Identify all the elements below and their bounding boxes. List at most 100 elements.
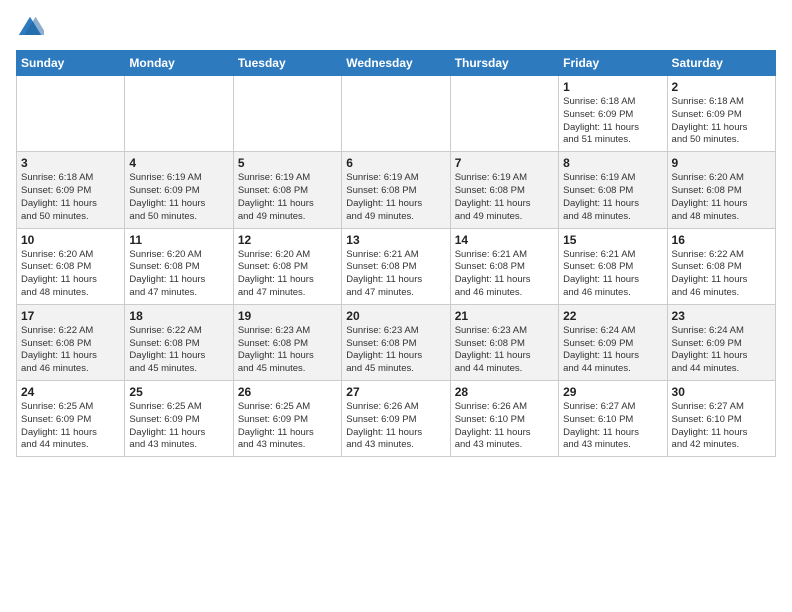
- header: [16, 10, 776, 42]
- day-number: 21: [455, 309, 554, 323]
- day-info: Sunrise: 6:22 AMSunset: 6:08 PMDaylight:…: [129, 325, 228, 376]
- calendar-cell: 10 Sunrise: 6:20 AMSunset: 6:08 PMDayligh…: [17, 228, 125, 304]
- weekday-header-saturday: Saturday: [667, 51, 775, 76]
- calendar-cell: 4 Sunrise: 6:19 AMSunset: 6:09 PMDaylight…: [125, 152, 233, 228]
- day-number: 6: [346, 156, 445, 170]
- day-info: Sunrise: 6:18 AMSunset: 6:09 PMDaylight:…: [672, 96, 771, 147]
- day-number: 17: [21, 309, 120, 323]
- calendar-cell: 26 Sunrise: 6:25 AMSunset: 6:09 PMDayligh…: [233, 381, 341, 457]
- calendar-cell: 7Sunrise: 6:19 AMSunset: 6:08 PMDaylight…: [450, 152, 558, 228]
- calendar-cell: 14 Sunrise: 6:21 AMSunset: 6:08 PMDayligh…: [450, 228, 558, 304]
- calendar-cell: 23 Sunrise: 6:24 AMSunset: 6:09 PMDayligh…: [667, 304, 775, 380]
- day-info: Sunrise: 6:20 AMSunset: 6:08 PMDaylight:…: [21, 249, 120, 300]
- day-info: Sunrise: 6:21 AMSunset: 6:08 PMDaylight:…: [346, 249, 445, 300]
- logo: [16, 14, 48, 42]
- day-number: 29: [563, 385, 662, 399]
- day-number: 1: [563, 80, 662, 94]
- calendar-cell: [17, 76, 125, 152]
- calendar-cell: 17 Sunrise: 6:22 AMSunset: 6:08 PMDayligh…: [17, 304, 125, 380]
- day-info: Sunrise: 6:20 AMSunset: 6:08 PMDaylight:…: [672, 172, 771, 223]
- day-number: 10: [21, 233, 120, 247]
- day-number: 9: [672, 156, 771, 170]
- calendar-cell: 13 Sunrise: 6:21 AMSunset: 6:08 PMDayligh…: [342, 228, 450, 304]
- day-info: Sunrise: 6:19 AMSunset: 6:08 PMDaylight:…: [238, 172, 337, 223]
- day-number: 25: [129, 385, 228, 399]
- day-info: Sunrise: 6:23 AMSunset: 6:08 PMDaylight:…: [455, 325, 554, 376]
- day-info: Sunrise: 6:25 AMSunset: 6:09 PMDaylight:…: [238, 401, 337, 452]
- calendar-cell: 22Sunrise: 6:24 AMSunset: 6:09 PMDayligh…: [559, 304, 667, 380]
- calendar-cell: 30 Sunrise: 6:27 AMSunset: 6:10 PMDayligh…: [667, 381, 775, 457]
- calendar-cell: 18 Sunrise: 6:22 AMSunset: 6:08 PMDayligh…: [125, 304, 233, 380]
- day-info: Sunrise: 6:24 AMSunset: 6:09 PMDaylight:…: [563, 325, 662, 376]
- weekday-header-sunday: Sunday: [17, 51, 125, 76]
- calendar-cell: [450, 76, 558, 152]
- page: SundayMondayTuesdayWednesdayThursdayFrid…: [0, 0, 792, 473]
- day-info: Sunrise: 6:20 AMSunset: 6:08 PMDaylight:…: [129, 249, 228, 300]
- day-info: Sunrise: 6:18 AMSunset: 6:09 PMDaylight:…: [563, 96, 662, 147]
- day-info: Sunrise: 6:27 AMSunset: 6:10 PMDaylight:…: [563, 401, 662, 452]
- day-number: 20: [346, 309, 445, 323]
- day-number: 26: [238, 385, 337, 399]
- day-info: Sunrise: 6:22 AMSunset: 6:08 PMDaylight:…: [21, 325, 120, 376]
- calendar-header-row: SundayMondayTuesdayWednesdayThursdayFrid…: [17, 51, 776, 76]
- day-number: 11: [129, 233, 228, 247]
- day-info: Sunrise: 6:25 AMSunset: 6:09 PMDaylight:…: [21, 401, 120, 452]
- day-number: 4: [129, 156, 228, 170]
- weekday-header-wednesday: Wednesday: [342, 51, 450, 76]
- day-number: 2: [672, 80, 771, 94]
- calendar-cell: 21 Sunrise: 6:23 AMSunset: 6:08 PMDayligh…: [450, 304, 558, 380]
- day-info: Sunrise: 6:19 AMSunset: 6:08 PMDaylight:…: [346, 172, 445, 223]
- day-number: 24: [21, 385, 120, 399]
- day-info: Sunrise: 6:26 AMSunset: 6:09 PMDaylight:…: [346, 401, 445, 452]
- day-number: 14: [455, 233, 554, 247]
- day-number: 8: [563, 156, 662, 170]
- day-info: Sunrise: 6:24 AMSunset: 6:09 PMDaylight:…: [672, 325, 771, 376]
- day-number: 23: [672, 309, 771, 323]
- weekday-header-friday: Friday: [559, 51, 667, 76]
- day-info: Sunrise: 6:19 AMSunset: 6:09 PMDaylight:…: [129, 172, 228, 223]
- day-info: Sunrise: 6:18 AMSunset: 6:09 PMDaylight:…: [21, 172, 120, 223]
- day-number: 5: [238, 156, 337, 170]
- day-info: Sunrise: 6:21 AMSunset: 6:08 PMDaylight:…: [455, 249, 554, 300]
- day-info: Sunrise: 6:20 AMSunset: 6:08 PMDaylight:…: [238, 249, 337, 300]
- day-info: Sunrise: 6:27 AMSunset: 6:10 PMDaylight:…: [672, 401, 771, 452]
- calendar-cell: 6 Sunrise: 6:19 AMSunset: 6:08 PMDaylight…: [342, 152, 450, 228]
- day-number: 12: [238, 233, 337, 247]
- calendar-week-row: 17 Sunrise: 6:22 AMSunset: 6:08 PMDayligh…: [17, 304, 776, 380]
- weekday-header-thursday: Thursday: [450, 51, 558, 76]
- calendar-cell: 11 Sunrise: 6:20 AMSunset: 6:08 PMDayligh…: [125, 228, 233, 304]
- calendar-cell: 15 Sunrise: 6:21 AMSunset: 6:08 PMDayligh…: [559, 228, 667, 304]
- calendar-cell: 29 Sunrise: 6:27 AMSunset: 6:10 PMDayligh…: [559, 381, 667, 457]
- calendar-cell: 28 Sunrise: 6:26 AMSunset: 6:10 PMDayligh…: [450, 381, 558, 457]
- day-number: 3: [21, 156, 120, 170]
- day-info: Sunrise: 6:25 AMSunset: 6:09 PMDaylight:…: [129, 401, 228, 452]
- day-number: 28: [455, 385, 554, 399]
- day-number: 15: [563, 233, 662, 247]
- day-info: Sunrise: 6:26 AMSunset: 6:10 PMDaylight:…: [455, 401, 554, 452]
- day-info: Sunrise: 6:23 AMSunset: 6:08 PMDaylight:…: [238, 325, 337, 376]
- day-number: 27: [346, 385, 445, 399]
- calendar-cell: 2 Sunrise: 6:18 AMSunset: 6:09 PMDaylight…: [667, 76, 775, 152]
- calendar-cell: [342, 76, 450, 152]
- day-info: Sunrise: 6:21 AMSunset: 6:08 PMDaylight:…: [563, 249, 662, 300]
- calendar-week-row: 24 Sunrise: 6:25 AMSunset: 6:09 PMDayligh…: [17, 381, 776, 457]
- calendar-cell: 12 Sunrise: 6:20 AMSunset: 6:08 PMDayligh…: [233, 228, 341, 304]
- day-number: 30: [672, 385, 771, 399]
- calendar-cell: 9 Sunrise: 6:20 AMSunset: 6:08 PMDaylight…: [667, 152, 775, 228]
- day-number: 19: [238, 309, 337, 323]
- calendar-cell: [233, 76, 341, 152]
- calendar-cell: 3 Sunrise: 6:18 AMSunset: 6:09 PMDaylight…: [17, 152, 125, 228]
- day-number: 13: [346, 233, 445, 247]
- calendar-cell: 8Sunrise: 6:19 AMSunset: 6:08 PMDaylight…: [559, 152, 667, 228]
- weekday-header-monday: Monday: [125, 51, 233, 76]
- day-info: Sunrise: 6:19 AMSunset: 6:08 PMDaylight:…: [455, 172, 554, 223]
- day-number: 16: [672, 233, 771, 247]
- calendar-week-row: 3 Sunrise: 6:18 AMSunset: 6:09 PMDaylight…: [17, 152, 776, 228]
- calendar-table: SundayMondayTuesdayWednesdayThursdayFrid…: [16, 50, 776, 457]
- calendar-cell: 25 Sunrise: 6:25 AMSunset: 6:09 PMDayligh…: [125, 381, 233, 457]
- calendar-cell: 20Sunrise: 6:23 AMSunset: 6:08 PMDayligh…: [342, 304, 450, 380]
- calendar-cell: 27 Sunrise: 6:26 AMSunset: 6:09 PMDayligh…: [342, 381, 450, 457]
- day-number: 18: [129, 309, 228, 323]
- calendar-cell: [125, 76, 233, 152]
- calendar-cell: 16Sunrise: 6:22 AMSunset: 6:08 PMDayligh…: [667, 228, 775, 304]
